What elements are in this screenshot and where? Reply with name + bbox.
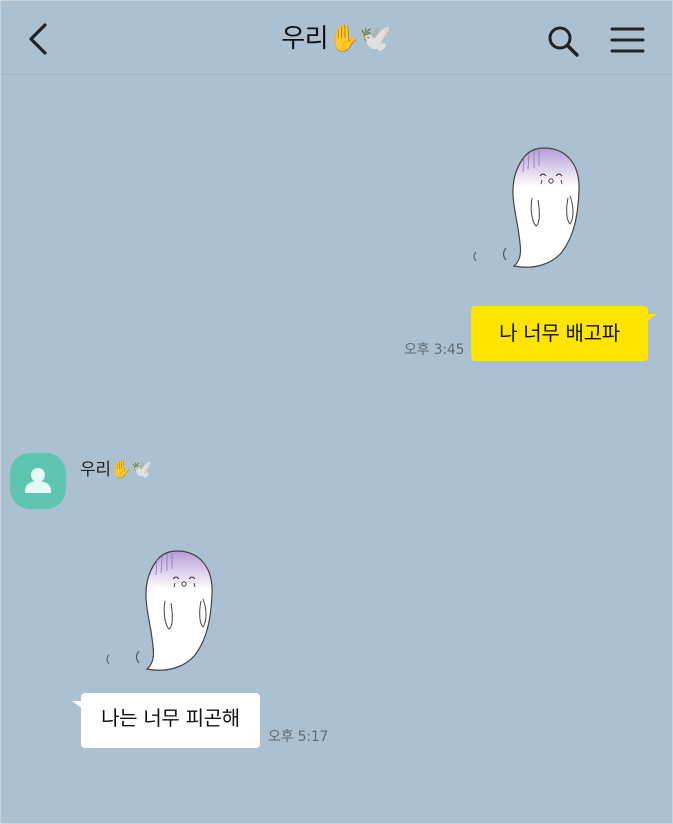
search-icon [548, 26, 579, 57]
default-person-icon [25, 468, 51, 493]
incoming-message-bubble[interactable]: 나는 너무 피곤해 [72, 693, 260, 748]
crying-ghost-sticker-icon [473, 147, 580, 268]
chat-header: 우리✋🕊️ [1, 1, 672, 75]
sender-avatar[interactable] [10, 453, 66, 509]
incoming-message-time: 오후 5:17 [268, 729, 329, 745]
crying-ghost-sticker-icon [106, 550, 213, 671]
sender-name: 우리✋🕊️ [80, 460, 153, 480]
menu-button[interactable] [605, 19, 649, 63]
outgoing-sticker[interactable] [462, 140, 592, 275]
outgoing-message-bubble[interactable]: 나 너무 배고파 [471, 306, 657, 361]
incoming-sticker[interactable] [95, 543, 225, 678]
hamburger-menu-icon [610, 27, 645, 53]
outgoing-message-time: 오후 3:45 [404, 342, 465, 358]
search-button[interactable] [541, 19, 585, 63]
